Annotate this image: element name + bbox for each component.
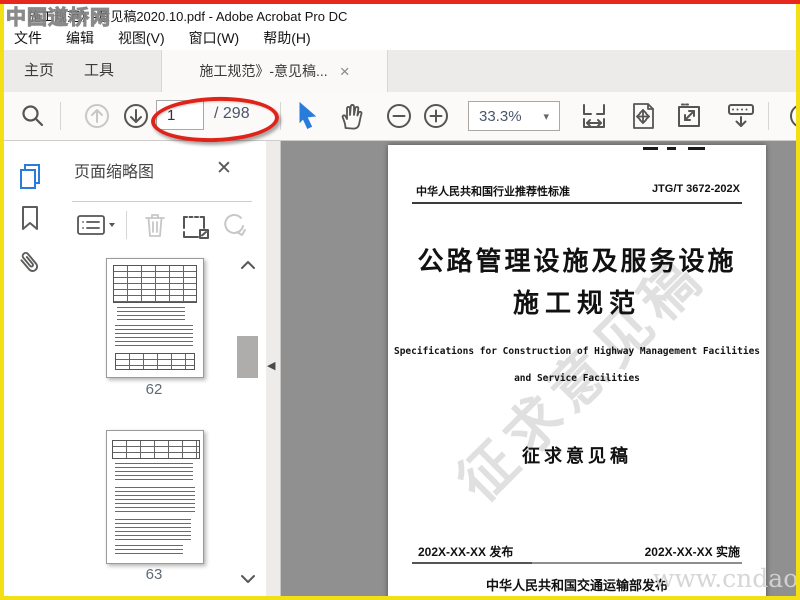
menu-file[interactable]: 文件 [14,28,42,48]
select-tool-icon[interactable] [294,101,320,131]
frame-left [0,4,4,600]
thumbnail-options-icon[interactable] [76,213,116,237]
crop-pages-icon[interactable] [180,212,212,240]
draft-watermark-diagonal: 征求意见稿 [445,242,717,514]
zoom-in-icon[interactable] [422,102,450,130]
site-watermark-bottom: www.cndao.c [653,564,796,593]
thumbnail-label-63: 63 [145,566,163,583]
menu-view[interactable]: 视图(V) [118,28,165,48]
draft-label: 征求意见稿 [522,446,632,466]
tab-tools[interactable]: 工具 [76,50,122,92]
fit-page-icon[interactable] [628,101,658,131]
site-watermark-top: 中国道桥网 [6,7,111,30]
collapse-toolbar-icon[interactable] [724,101,758,131]
acrobat-window: 施工规范》-意见稿2020.10.pdf - Adobe Acrobat Pro… [0,0,800,600]
tab-close-icon[interactable]: × [340,63,350,80]
main-toolbar: / 298 33.3% ▾ [4,92,800,145]
pdf-page: 征求意见稿 中华人民共和国行业推荐性标准 JTG/T 3672-202X 公路管… [388,145,766,596]
thumbnail-page-63[interactable] [106,430,204,564]
doc-subtitle-en2: and Service Facilities [514,373,640,384]
collapse-panel-icon[interactable]: ◀ [267,359,275,372]
frame-top [0,0,800,4]
scrolling-mode-icon[interactable] [579,101,609,131]
delete-pages-icon[interactable] [142,211,168,239]
panel-scrollbar[interactable] [234,251,262,596]
nav-rail [4,141,53,596]
tab-document[interactable]: 施工规范》-意见稿... × [161,50,388,92]
doc-subtitle-en1: Specifications for Construction of Highw… [393,346,761,357]
fullscreen-icon[interactable] [675,102,703,130]
search-icon[interactable] [20,103,46,129]
menu-window[interactable]: 窗口(W) [189,28,240,48]
zoom-out-icon[interactable] [385,102,413,130]
doc-title-line2: 施工规范 [512,289,641,318]
issue-date: 202X-XX-XX 发布 [418,545,514,559]
doc-title-line1: 公路管理设施及服务设施 [417,247,737,276]
page-thumbnails-icon[interactable] [16,161,44,191]
rotate-pages-icon[interactable] [222,212,248,240]
standard-type: 中华人民共和国行业推荐性标准 [416,186,570,198]
panel-close-icon[interactable]: ✕ [216,157,232,180]
zoom-level-value: 33.3% [479,107,522,125]
title-bar: 施工规范》-意见稿2020.10.pdf - Adobe Acrobat Pro… [4,4,796,26]
bookmarks-icon[interactable] [19,205,41,231]
attachments-icon[interactable] [16,249,42,277]
menu-help[interactable]: 帮助(H) [263,28,310,48]
implement-date: 202X-XX-XX 实施 [644,545,740,559]
document-viewer[interactable]: 征求意见稿 中华人民共和国行业推荐性标准 JTG/T 3672-202X 公路管… [281,141,796,596]
tab-home[interactable]: 主页 [16,50,62,92]
thumbnail-label-62: 62 [145,381,163,398]
scroll-down-icon [241,575,255,583]
next-page-icon[interactable] [122,102,150,130]
thumbnail-panel: 页面缩略图 ✕ 62 63 [52,141,267,596]
frame-bottom [0,596,800,600]
standard-number: JTG/T 3672-202X [651,183,740,195]
hand-tool-icon[interactable] [336,100,366,132]
menu-bar: 文件 编辑 视图(V) 窗口(W) 帮助(H) [4,26,800,50]
tab-document-label: 施工规范》-意见稿... [199,63,328,79]
panel-title: 页面缩略图 [74,164,155,181]
tab-bar: 主页 工具 施工规范》-意见稿... × [4,50,796,92]
panel-splitter[interactable]: ◀ [266,141,281,596]
frame-right [796,4,800,600]
scrollbar-thumb[interactable] [237,336,258,378]
zoom-level-dropdown[interactable]: 33.3% ▾ [468,101,560,131]
window-title: 施工规范》-意见稿2020.10.pdf - Adobe Acrobat Pro… [28,9,348,24]
menu-edit[interactable]: 编辑 [66,28,94,48]
thumbnail-page-62[interactable] [106,258,204,378]
scroll-up-icon [241,261,255,269]
previous-page-icon[interactable] [83,102,111,130]
chevron-down-icon: ▾ [543,110,549,123]
